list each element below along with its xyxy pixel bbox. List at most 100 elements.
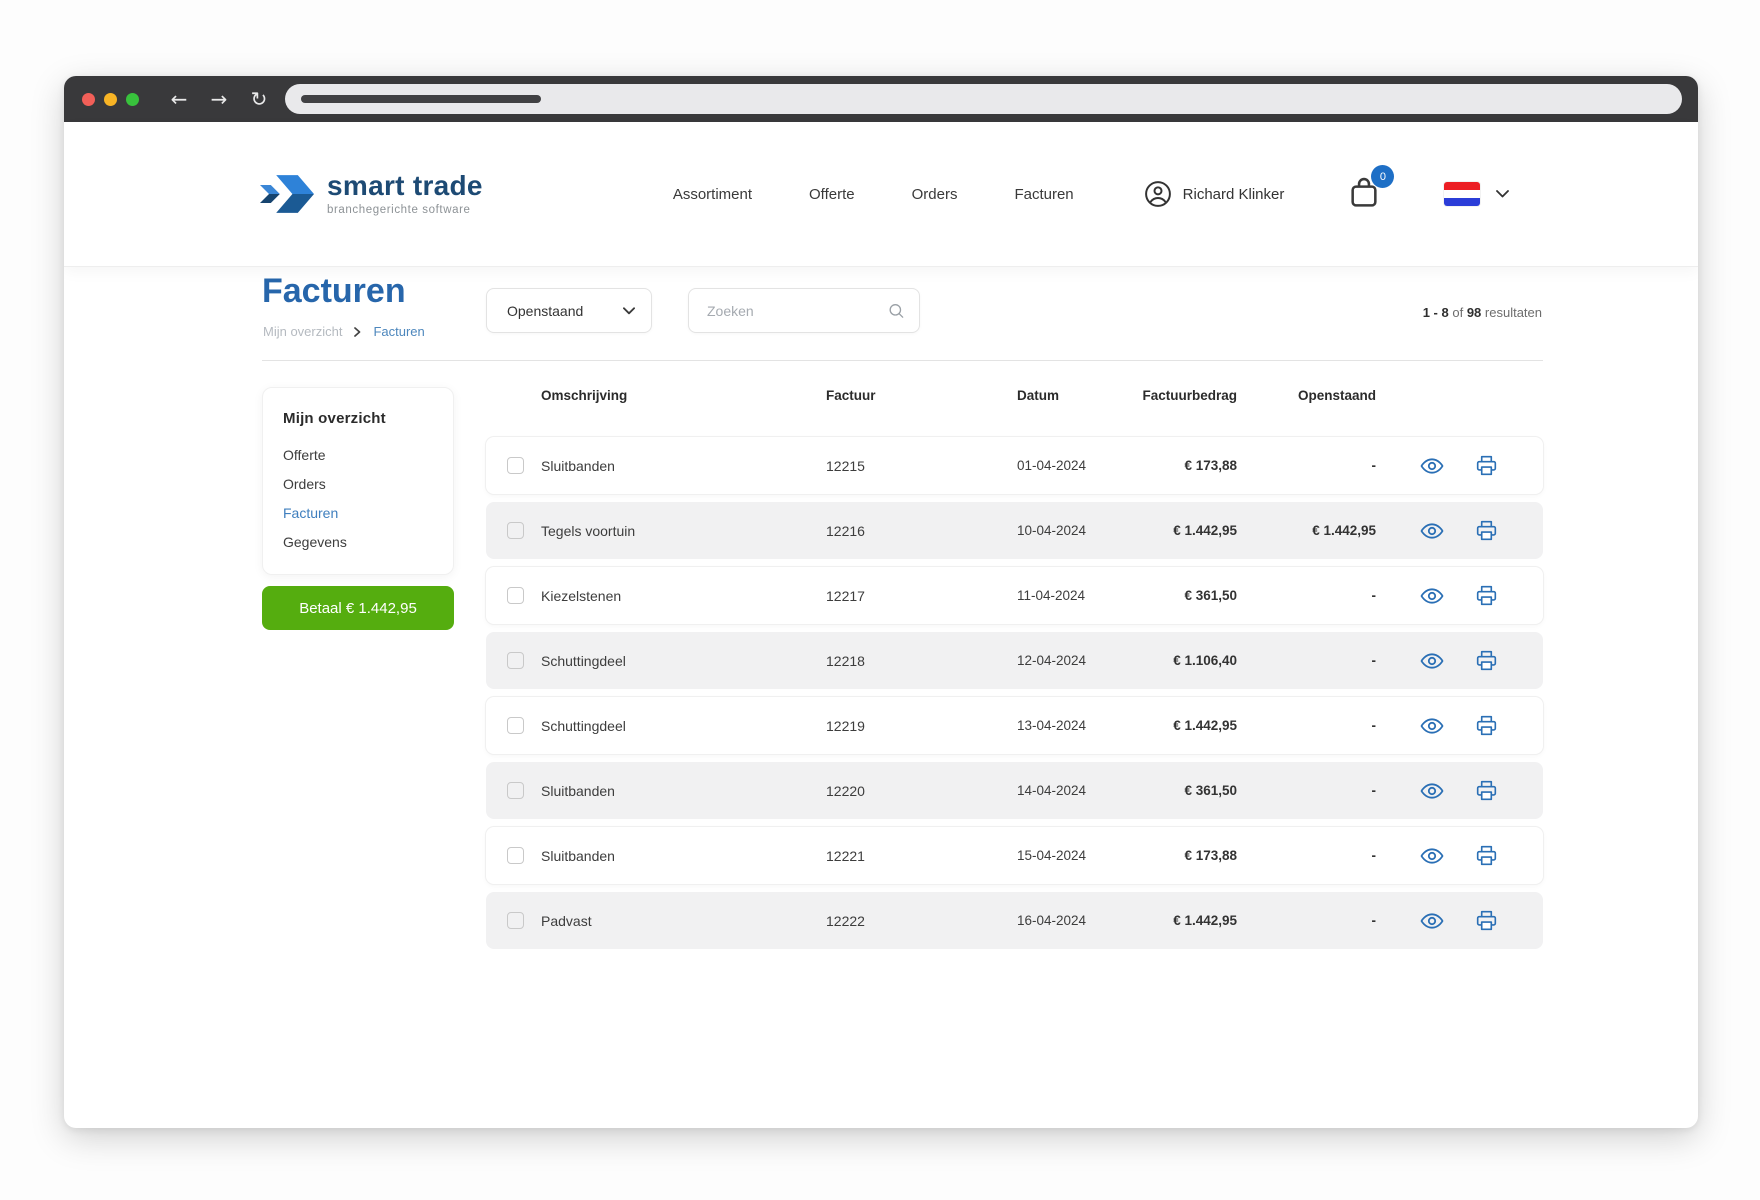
eye-icon xyxy=(1420,650,1444,672)
status-filter-dropdown[interactable]: Openstaand xyxy=(486,288,652,333)
invoice-amount: € 361,50 xyxy=(1137,588,1237,603)
logo-text: smart trade branchegerichte software xyxy=(327,172,483,216)
row-checkbox[interactable] xyxy=(507,587,524,604)
print-invoice-button[interactable] xyxy=(1474,714,1498,738)
view-invoice-button[interactable] xyxy=(1420,909,1444,933)
view-invoice-button[interactable] xyxy=(1420,779,1444,803)
row-checkbox[interactable] xyxy=(507,652,524,669)
section-divider xyxy=(262,360,1543,361)
row-checkbox[interactable] xyxy=(507,782,524,799)
sidebar-item-orders[interactable]: Orders xyxy=(283,476,433,492)
table-row[interactable]: Sluitbanden 12220 14-04-2024 € 361,50 - xyxy=(486,762,1543,819)
sidebar-item-gegevens[interactable]: Gegevens xyxy=(283,534,433,550)
print-invoice-button[interactable] xyxy=(1474,649,1498,673)
column-openstaand: Openstaand xyxy=(1237,388,1376,403)
eye-icon xyxy=(1420,845,1444,867)
sidebar-title: Mijn overzicht xyxy=(283,410,433,427)
row-checkbox[interactable] xyxy=(507,522,524,539)
invoice-outstanding: - xyxy=(1237,848,1376,863)
nav-item-assortiment[interactable]: Assortiment xyxy=(673,186,752,203)
table-body: Sluitbanden 12215 01-04-2024 € 173,88 - xyxy=(486,437,1543,949)
pay-button[interactable]: Betaal € 1.442,95 xyxy=(262,586,454,630)
printer-icon xyxy=(1475,649,1498,672)
printer-icon xyxy=(1475,454,1498,477)
nav-item-facturen[interactable]: Facturen xyxy=(1014,186,1073,203)
invoice-description: Schuttingdeel xyxy=(541,718,826,734)
table-row[interactable]: Kiezelstenen 12217 11-04-2024 € 361,50 - xyxy=(486,567,1543,624)
printer-icon xyxy=(1475,519,1498,542)
invoice-description: Tegels voortuin xyxy=(541,523,826,539)
table-row[interactable]: Tegels voortuin 12216 10-04-2024 € 1.442… xyxy=(486,502,1543,559)
column-factuurbedrag: Factuurbedrag xyxy=(1137,388,1237,403)
row-checkbox[interactable] xyxy=(507,457,524,474)
eye-icon xyxy=(1420,780,1444,802)
invoice-number: 12222 xyxy=(826,913,1017,929)
logo[interactable]: smart trade branchegerichte software xyxy=(260,169,483,219)
user-account-button[interactable]: Richard Klinker xyxy=(1144,180,1285,208)
invoice-outstanding: € 1.442,95 xyxy=(1237,523,1376,538)
invoice-date: 01-04-2024 xyxy=(1017,458,1137,473)
invoice-amount: € 173,88 xyxy=(1137,458,1237,473)
reload-icon[interactable]: ↻ xyxy=(239,76,279,122)
view-invoice-button[interactable] xyxy=(1420,584,1444,608)
browser-window: ← → ↻ smart trade branchegerichte softwa… xyxy=(64,76,1698,1128)
breadcrumb-parent[interactable]: Mijn overzicht xyxy=(263,324,342,339)
forward-icon[interactable]: → xyxy=(199,76,239,122)
invoices-table: Omschrijving Factuur Datum Factuurbedrag… xyxy=(486,384,1543,957)
search-icon[interactable] xyxy=(888,300,905,322)
cart-button[interactable]: 0 xyxy=(1348,174,1382,214)
sidebar-item-facturen[interactable]: Facturen xyxy=(283,505,433,521)
print-invoice-button[interactable] xyxy=(1474,519,1498,543)
minimize-window-icon[interactable] xyxy=(104,93,117,106)
row-checkbox[interactable] xyxy=(507,912,524,929)
eye-icon xyxy=(1420,585,1444,607)
print-invoice-button[interactable] xyxy=(1474,844,1498,868)
back-icon[interactable]: ← xyxy=(159,76,199,122)
nav-item-orders[interactable]: Orders xyxy=(912,186,958,203)
invoice-number: 12217 xyxy=(826,588,1017,604)
invoice-description: Sluitbanden xyxy=(541,458,826,474)
language-selector[interactable] xyxy=(1444,182,1509,206)
table-row[interactable]: Schuttingdeel 12219 13-04-2024 € 1.442,9… xyxy=(486,697,1543,754)
netherlands-flag-icon xyxy=(1444,182,1480,206)
status-filter-value: Openstaand xyxy=(507,303,623,319)
sidebar-item-offerte[interactable]: Offerte xyxy=(283,447,433,463)
invoice-date: 10-04-2024 xyxy=(1017,523,1137,538)
print-invoice-button[interactable] xyxy=(1474,584,1498,608)
print-invoice-button[interactable] xyxy=(1474,779,1498,803)
view-invoice-button[interactable] xyxy=(1420,844,1444,868)
print-invoice-button[interactable] xyxy=(1474,909,1498,933)
printer-icon xyxy=(1475,714,1498,737)
eye-icon xyxy=(1420,520,1444,542)
table-header: Omschrijving Factuur Datum Factuurbedrag… xyxy=(486,384,1543,406)
logo-title: smart trade xyxy=(327,172,483,200)
close-window-icon[interactable] xyxy=(82,93,95,106)
smart-trade-logo-icon xyxy=(260,169,314,219)
invoice-date: 15-04-2024 xyxy=(1017,848,1137,863)
printer-icon xyxy=(1475,844,1498,867)
invoice-amount: € 1.106,40 xyxy=(1137,653,1237,668)
view-invoice-button[interactable] xyxy=(1420,519,1444,543)
results-count: 1 - 8 of 98 resultaten xyxy=(1423,305,1542,320)
maximize-window-icon[interactable] xyxy=(126,93,139,106)
invoice-amount: € 1.442,95 xyxy=(1137,718,1237,733)
address-bar[interactable] xyxy=(285,84,1682,114)
view-invoice-button[interactable] xyxy=(1420,454,1444,478)
invoice-number: 12220 xyxy=(826,783,1017,799)
invoice-amount: € 173,88 xyxy=(1137,848,1237,863)
table-row[interactable]: Schuttingdeel 12218 12-04-2024 € 1.106,4… xyxy=(486,632,1543,689)
print-invoice-button[interactable] xyxy=(1474,454,1498,478)
search-input[interactable] xyxy=(707,303,888,319)
view-invoice-button[interactable] xyxy=(1420,649,1444,673)
table-row[interactable]: Sluitbanden 12221 15-04-2024 € 173,88 - xyxy=(486,827,1543,884)
table-row[interactable]: Padvast 12222 16-04-2024 € 1.442,95 - xyxy=(486,892,1543,949)
row-checkbox[interactable] xyxy=(507,847,524,864)
invoice-number: 12218 xyxy=(826,653,1017,669)
view-invoice-button[interactable] xyxy=(1420,714,1444,738)
invoice-outstanding: - xyxy=(1237,588,1376,603)
invoice-number: 12221 xyxy=(826,848,1017,864)
chevron-down-icon xyxy=(623,307,635,315)
nav-item-offerte[interactable]: Offerte xyxy=(809,186,855,203)
table-row[interactable]: Sluitbanden 12215 01-04-2024 € 173,88 - xyxy=(486,437,1543,494)
row-checkbox[interactable] xyxy=(507,717,524,734)
